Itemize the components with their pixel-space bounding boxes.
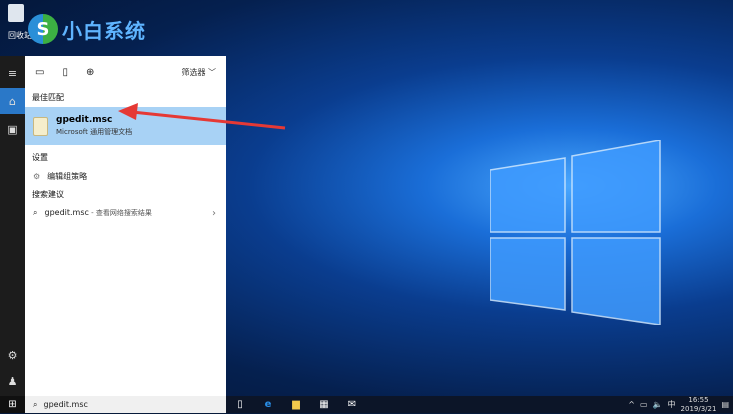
annotation-arrow: [118, 103, 286, 130]
